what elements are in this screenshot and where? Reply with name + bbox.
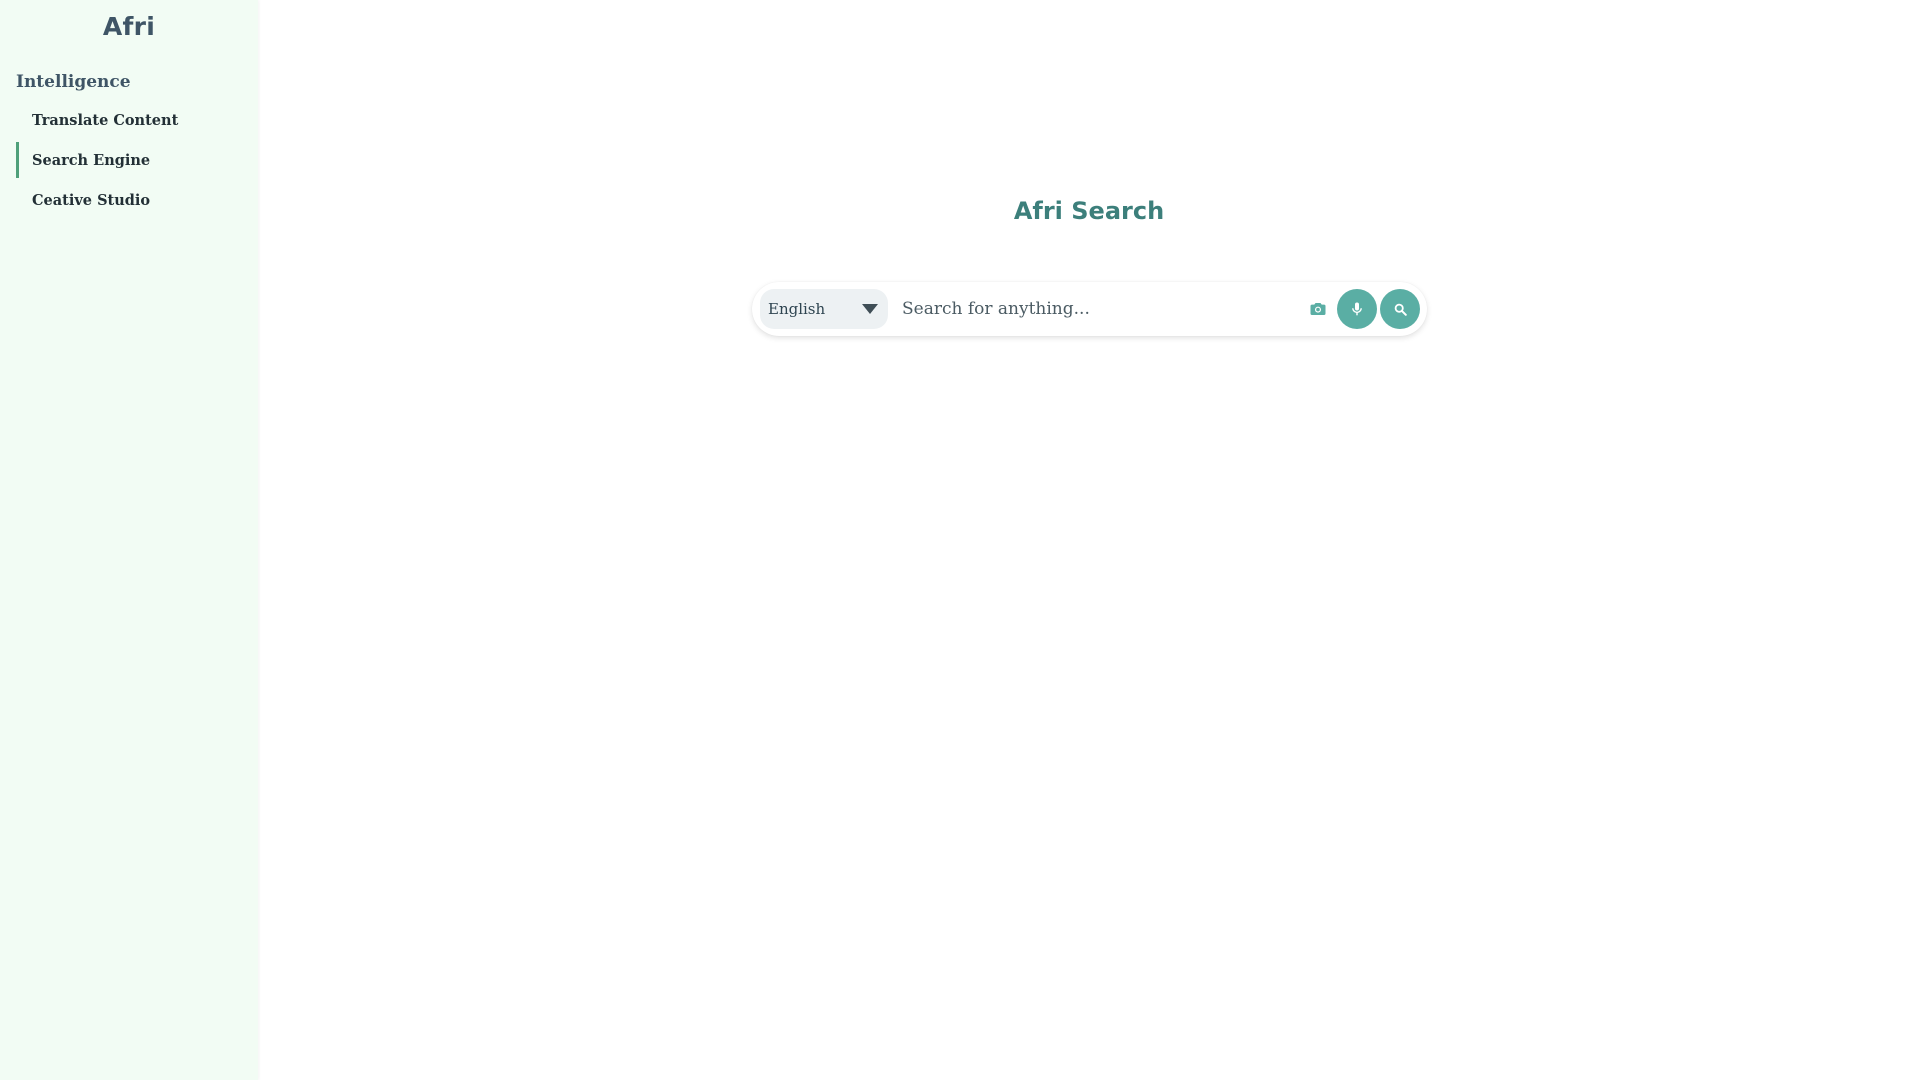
sidebar: Afri Intelligence Translate Content Sear… (0, 0, 258, 1080)
chevron-down-icon (862, 304, 878, 314)
page-title: Afri Search (1013, 197, 1165, 225)
sidebar-item-label: Ceative Studio (32, 191, 151, 209)
sidebar-item-label: Search Engine (32, 151, 151, 169)
camera-button[interactable] (1308, 299, 1328, 319)
sidebar-item-label: Translate Content (32, 111, 179, 129)
brand-logo[interactable]: Afri (0, 12, 258, 41)
search-bar: English (752, 282, 1427, 336)
search-icon (1394, 303, 1407, 316)
voice-search-button[interactable] (1337, 289, 1377, 329)
language-select-value: English (768, 300, 826, 318)
language-select[interactable]: English (760, 289, 888, 329)
app-root: Afri Intelligence Translate Content Sear… (0, 0, 1920, 1080)
sidebar-item-search-engine[interactable]: Search Engine (16, 142, 242, 178)
search-input[interactable] (902, 291, 1282, 327)
sidebar-section-title: Intelligence (16, 72, 131, 92)
microphone-icon (1352, 302, 1362, 316)
search-button[interactable] (1380, 289, 1420, 329)
sidebar-item-creative-studio[interactable]: Ceative Studio (16, 182, 242, 218)
main-content: Afri Search English (258, 0, 1920, 1080)
camera-icon (1310, 303, 1326, 315)
sidebar-item-translate-content[interactable]: Translate Content (16, 102, 242, 138)
